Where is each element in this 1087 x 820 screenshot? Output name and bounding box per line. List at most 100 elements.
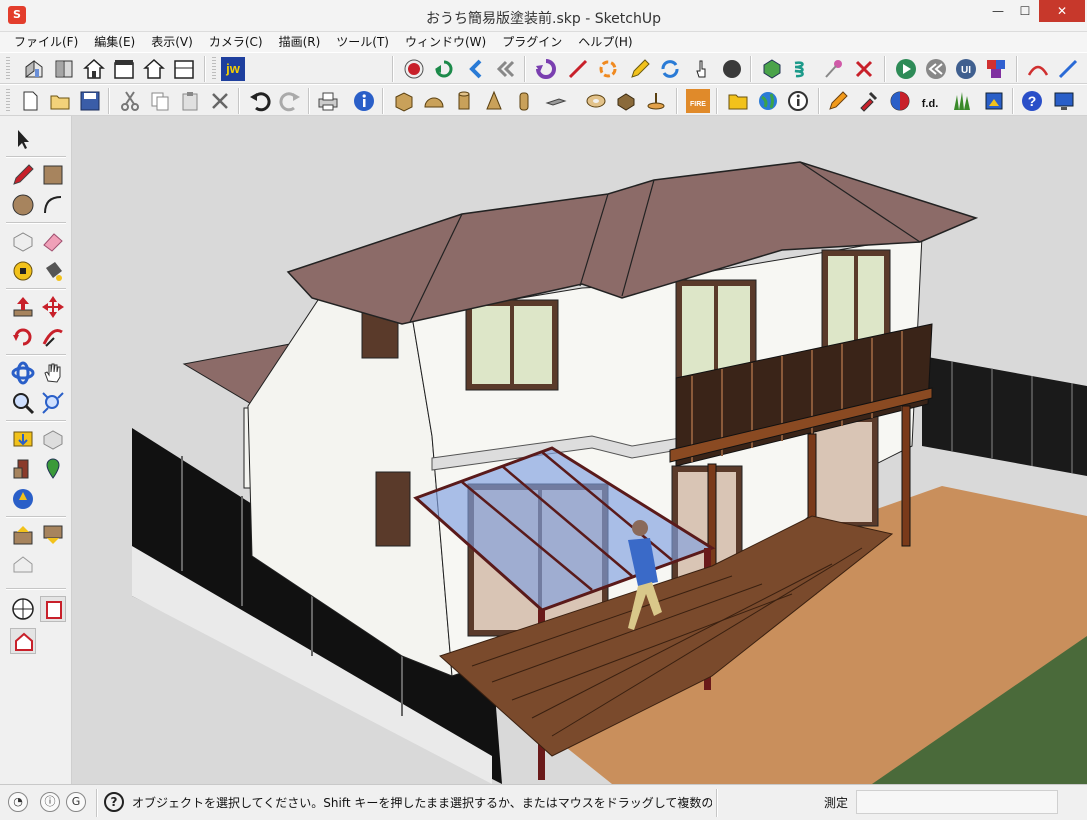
fd-plugin-button[interactable]: f.d.	[918, 89, 942, 113]
arc-tool-icon[interactable]	[40, 192, 66, 218]
select-arrow-icon[interactable]	[10, 126, 36, 152]
share-model-icon[interactable]	[40, 426, 66, 452]
close-button[interactable]: ✕	[1039, 0, 1085, 22]
rectangle-tool-icon[interactable]	[40, 162, 66, 188]
back-view-icon[interactable]	[142, 57, 166, 81]
record-icon[interactable]	[402, 57, 426, 81]
geo-location-icon[interactable]: ◔	[8, 792, 28, 812]
left-view-icon[interactable]	[172, 57, 196, 81]
play-icon[interactable]	[894, 57, 918, 81]
menu-tools[interactable]: ツール(T)	[328, 32, 397, 52]
top-view-icon[interactable]	[52, 57, 76, 81]
dark-sphere-icon[interactable]	[720, 57, 744, 81]
menu-view[interactable]: 表示(V)	[143, 32, 201, 52]
maximize-button[interactable]: ☐	[1012, 0, 1038, 22]
folder-yellow-icon[interactable]	[726, 89, 750, 113]
line-tool-icon[interactable]	[10, 162, 36, 188]
geo-pin-icon[interactable]	[40, 456, 66, 482]
push-pull-icon[interactable]	[10, 294, 36, 320]
undo-icon[interactable]	[248, 89, 272, 113]
green-cube-icon[interactable]	[760, 57, 784, 81]
menu-edit[interactable]: 編集(E)	[86, 32, 143, 52]
paint-bucket-icon[interactable]	[40, 258, 66, 284]
new-file-icon[interactable]	[18, 89, 42, 113]
export-image-icon[interactable]	[982, 89, 1006, 113]
components-3d-icon[interactable]	[10, 456, 36, 482]
cylinder-shape-icon[interactable]	[452, 89, 476, 113]
section-house-icon[interactable]	[10, 628, 36, 654]
warehouse-icon[interactable]	[10, 552, 36, 578]
menu-file[interactable]: ファイル(F)	[6, 32, 86, 52]
undo-path-icon[interactable]	[432, 57, 456, 81]
section-cut-icon[interactable]	[40, 596, 66, 622]
spring-icon[interactable]	[790, 57, 814, 81]
menu-plugins[interactable]: プラグイン	[494, 32, 570, 52]
refresh-blue-icon[interactable]	[658, 57, 682, 81]
measurements-input[interactable]	[856, 790, 1058, 814]
pencil-orange-icon[interactable]	[826, 89, 850, 113]
pencil-yellow-icon[interactable]	[628, 57, 652, 81]
menu-camera[interactable]: カメラ(C)	[201, 32, 271, 52]
torus-shape-icon[interactable]	[584, 89, 608, 113]
section-plane-icon[interactable]	[888, 89, 912, 113]
grass-icon[interactable]	[950, 89, 974, 113]
rewind-icon[interactable]	[494, 57, 518, 81]
prev-scene-icon[interactable]	[464, 57, 488, 81]
model-viewport[interactable]	[72, 116, 1087, 784]
menu-window[interactable]: ウィンドウ(W)	[397, 32, 494, 52]
box-shape-icon[interactable]	[392, 89, 416, 113]
download-model-icon[interactable]	[40, 522, 66, 548]
helix-shape-icon[interactable]	[644, 89, 668, 113]
save-file-icon[interactable]	[78, 89, 102, 113]
copy-icon[interactable]	[148, 89, 172, 113]
fire-plugin-button[interactable]: FIRE	[686, 89, 710, 113]
minimize-button[interactable]: —	[985, 0, 1011, 22]
front-view-icon[interactable]	[82, 57, 106, 81]
make-component-icon[interactable]	[10, 228, 36, 254]
upload-model-icon[interactable]	[10, 522, 36, 548]
pan-hand-icon[interactable]	[40, 360, 66, 386]
chevron-right-icon[interactable]	[1056, 57, 1080, 81]
help-icon[interactable]: ?	[1020, 89, 1044, 113]
eyedropper-icon[interactable]	[856, 89, 880, 113]
tube-shape-icon[interactable]	[512, 89, 536, 113]
right-view-icon[interactable]	[112, 57, 136, 81]
components-icon[interactable]	[984, 57, 1008, 81]
toolbar-grip[interactable]	[212, 57, 216, 81]
line-red-icon[interactable]	[566, 57, 590, 81]
circle-tool-icon[interactable]	[10, 192, 36, 218]
credits-icon[interactable]: ⓘ	[40, 792, 60, 812]
open-file-icon[interactable]	[48, 89, 72, 113]
rotate-purple-icon[interactable]	[534, 57, 558, 81]
status-help-icon[interactable]: ?	[104, 792, 124, 812]
arc-red-icon[interactable]	[1026, 57, 1050, 81]
rotate-tool-icon[interactable]	[10, 324, 36, 350]
cut-icon[interactable]	[118, 89, 142, 113]
google-earth-icon[interactable]	[10, 486, 36, 512]
orbit-orange-icon[interactable]	[596, 57, 620, 81]
iso-view-icon[interactable]	[22, 57, 46, 81]
print-icon[interactable]	[316, 89, 340, 113]
compass-icon[interactable]	[10, 596, 36, 622]
model-info-icon[interactable]	[352, 89, 376, 113]
redo-icon[interactable]	[278, 89, 302, 113]
menu-draw[interactable]: 描画(R)	[271, 32, 329, 52]
pin-icon[interactable]	[822, 57, 846, 81]
ui-icon[interactable]: UI	[954, 57, 978, 81]
info-circle-icon[interactable]	[786, 89, 810, 113]
zoom-extents-icon[interactable]	[40, 390, 66, 416]
paste-icon[interactable]	[178, 89, 202, 113]
get-models-icon[interactable]	[10, 426, 36, 452]
menu-help[interactable]: ヘルプ(H)	[570, 32, 640, 52]
dome-shape-icon[interactable]	[422, 89, 446, 113]
cross-red-icon[interactable]	[852, 57, 876, 81]
cone-shape-icon[interactable]	[482, 89, 506, 113]
toolbar-grip[interactable]	[6, 89, 10, 113]
google-signin-icon[interactable]: G	[66, 792, 86, 812]
tape-measure-icon[interactable]	[10, 258, 36, 284]
follow-me-icon[interactable]	[40, 324, 66, 350]
erase-selection-icon[interactable]	[208, 89, 232, 113]
plane-shape-icon[interactable]	[544, 89, 568, 113]
orbit-tool-icon[interactable]	[10, 360, 36, 386]
eraser-tool-icon[interactable]	[40, 228, 66, 254]
